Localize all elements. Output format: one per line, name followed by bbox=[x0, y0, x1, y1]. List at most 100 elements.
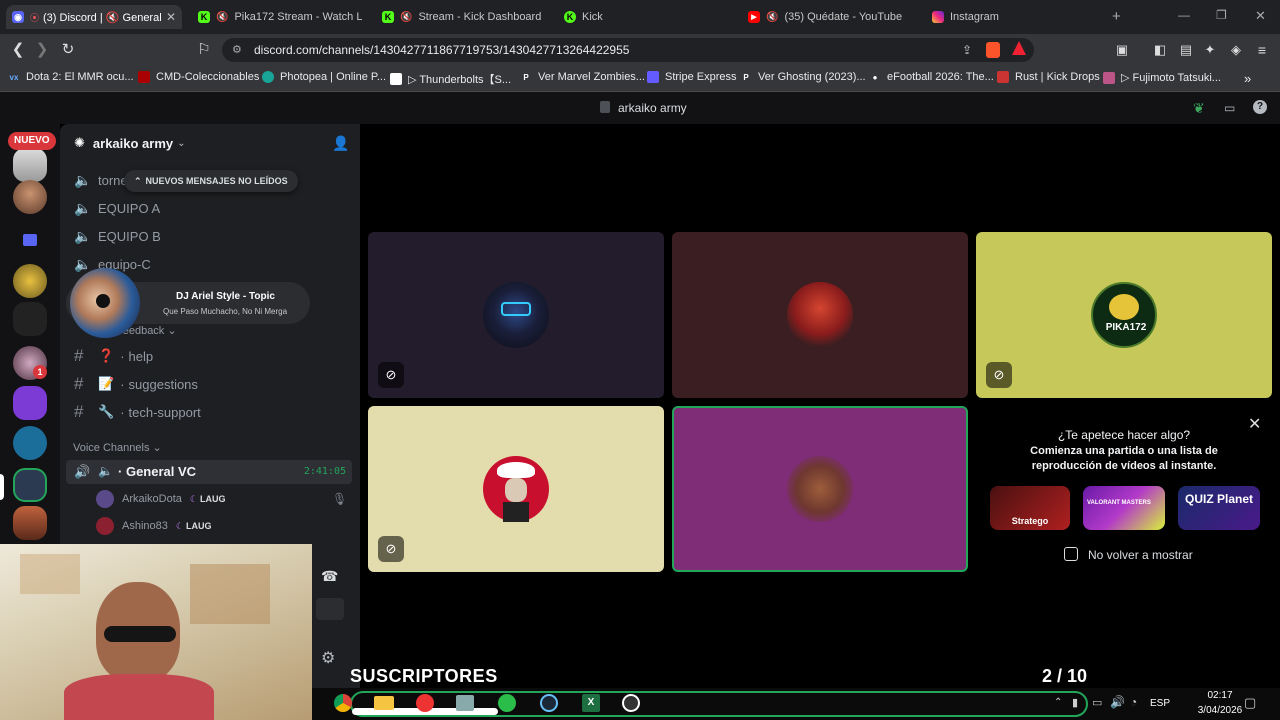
steam-icon[interactable] bbox=[540, 694, 558, 712]
server-header[interactable]: ✺ arkaiko army ⌄ bbox=[74, 135, 186, 151]
inbox-icon[interactable]: ▭ bbox=[1224, 101, 1235, 115]
tab-kick[interactable]: K Kick bbox=[558, 5, 728, 29]
new-tab-icon[interactable]: + bbox=[1112, 8, 1121, 25]
voice-user[interactable]: Ashino83 ☾ LAUG bbox=[96, 517, 211, 535]
channel-item[interactable]: # 🔧 · tech-support bbox=[74, 402, 201, 422]
tab-discord[interactable]: ◉ ⦿ (3) Discord | 🔇 General ✕ bbox=[6, 5, 182, 29]
server-icon[interactable] bbox=[13, 506, 47, 540]
bookmark-item[interactable]: ▷ Thunderbolts【S... bbox=[390, 71, 511, 87]
bookmark-item[interactable]: P Ver Marvel Zombies... bbox=[520, 71, 645, 83]
bookmark-item[interactable]: ▷ Fujimoto Tatsuki... bbox=[1103, 71, 1221, 84]
notifications-icon[interactable]: ▢ bbox=[1244, 695, 1256, 711]
mention-badge: 1 bbox=[33, 365, 47, 379]
wallet-icon[interactable]: ▤ bbox=[1176, 40, 1196, 60]
brave-rewards-icon[interactable] bbox=[1012, 41, 1026, 55]
muted-speaker-icon: 🔇 bbox=[216, 11, 229, 23]
usb-icon[interactable]: ▮ bbox=[1072, 696, 1078, 709]
site-info-icon[interactable]: ⚙ bbox=[232, 38, 242, 62]
tab-kick-dashboard[interactable]: K 🔇 Stream - Kick Dashboard bbox=[376, 5, 546, 29]
server-icon[interactable] bbox=[13, 180, 47, 214]
tab-youtube[interactable]: ▶ 🔇 (35) Quédate - YouTube bbox=[742, 5, 918, 29]
participant-tile[interactable]: ⊘ bbox=[368, 232, 664, 398]
server-icon[interactable] bbox=[13, 302, 47, 336]
close-window-icon[interactable]: ✕ bbox=[1255, 8, 1266, 24]
more-bookmarks-icon[interactable]: » bbox=[1244, 71, 1251, 86]
file-explorer-icon[interactable] bbox=[374, 696, 394, 710]
language-indicator[interactable]: ESP bbox=[1150, 698, 1170, 709]
voice-user[interactable]: ArkaikoDota ☾ LAUG bbox=[96, 490, 226, 508]
bookmark-item[interactable]: Stripe Express bbox=[647, 71, 737, 83]
network-icon[interactable]: ◔ bbox=[1130, 695, 1137, 709]
channel-item[interactable]: # ❓ · help bbox=[74, 346, 153, 366]
back-icon[interactable]: ❮ bbox=[8, 40, 28, 60]
server-icon[interactable] bbox=[13, 148, 47, 182]
activity-card-label: QUIZ Planet bbox=[1184, 492, 1253, 506]
screen-share-icon[interactable] bbox=[316, 598, 344, 620]
bookmark-item[interactable]: ● eFootball 2026: The... bbox=[869, 71, 994, 83]
bookmark-item[interactable]: vx Dota 2: El MMR ocu... bbox=[8, 71, 134, 83]
app-icon[interactable] bbox=[456, 695, 474, 711]
activity-card-valorant[interactable]: VALORANT MASTERS bbox=[1083, 486, 1165, 530]
brave-shields-icon[interactable] bbox=[986, 42, 1000, 58]
folder-icon[interactable] bbox=[13, 224, 47, 258]
obs-icon[interactable] bbox=[622, 694, 640, 712]
participant-tile[interactable] bbox=[672, 232, 968, 398]
disconnect-icon[interactable]: ☎ bbox=[321, 568, 338, 585]
reader-mode-icon[interactable]: ▣ bbox=[1112, 40, 1132, 60]
channel-item[interactable]: 🔈 torne bbox=[74, 172, 128, 189]
server-icon[interactable] bbox=[13, 264, 47, 298]
muted-mic-icon: ⊘ bbox=[378, 536, 404, 562]
server-icon[interactable] bbox=[13, 426, 47, 460]
reload-icon[interactable]: ↻ bbox=[58, 40, 78, 60]
close-tab-icon[interactable]: ✕ bbox=[166, 10, 176, 24]
menu-icon[interactable]: ≡ bbox=[1252, 40, 1272, 60]
restore-icon[interactable]: ❐ bbox=[1216, 8, 1227, 22]
dont-show-again-checkbox[interactable] bbox=[1064, 547, 1078, 561]
show-hidden-icons[interactable]: ⌃ bbox=[1054, 697, 1062, 708]
category-label: Voice Channels bbox=[73, 442, 150, 454]
channel-item[interactable]: 🔈 EQUIPO A bbox=[74, 200, 160, 217]
tab-instagram[interactable]: Instagram bbox=[926, 5, 1102, 29]
bookmark-item[interactable]: Rust | Kick Drops bbox=[997, 71, 1100, 83]
active-voice-channel[interactable]: 🔊 🔈 · General VC 2:41:05 bbox=[66, 460, 352, 484]
chrome-icon[interactable] bbox=[334, 694, 352, 712]
bookmark-item[interactable]: Photopea | Online P... bbox=[262, 71, 386, 83]
bookmark-icon[interactable]: ⚐ bbox=[194, 40, 214, 60]
activity-card-stratego[interactable]: Stratego bbox=[990, 486, 1070, 530]
gear-icon[interactable]: ⚙ bbox=[321, 648, 335, 668]
excel-icon[interactable]: X bbox=[582, 694, 600, 712]
clan-tag-icon: ☾ bbox=[175, 520, 184, 531]
bookmark-item[interactable]: P Ver Ghosting (2023)... bbox=[740, 71, 865, 83]
battery-icon[interactable]: ▭ bbox=[1092, 696, 1102, 709]
activity-card-quiz-planet[interactable]: QUIZ Planet bbox=[1178, 486, 1260, 530]
app-icon[interactable] bbox=[416, 694, 434, 712]
server-icon-active[interactable] bbox=[13, 468, 47, 502]
participant-tile-speaking[interactable] bbox=[672, 406, 968, 572]
channel-name: suggestions bbox=[128, 376, 198, 392]
share-icon[interactable]: ⇪ bbox=[962, 38, 972, 62]
url-field[interactable]: ⚙ discord.com/channels/14304277118677197… bbox=[222, 38, 1034, 62]
sidebar-icon[interactable]: ◧ bbox=[1150, 40, 1170, 60]
leo-ai-icon[interactable]: ✦ bbox=[1200, 40, 1220, 60]
volume-icon[interactable]: 🔊 bbox=[1110, 695, 1125, 709]
channel-name: EQUIPO B bbox=[98, 229, 161, 244]
leaf-icon[interactable]: ❦ bbox=[1193, 100, 1205, 117]
tab-pika172[interactable]: K 🔇 Pika172 Stream - Watch Live bbox=[192, 5, 362, 29]
text-channel-icon: # bbox=[74, 346, 84, 365]
bookmark-item[interactable]: CMD-Coleccionables bbox=[138, 71, 259, 83]
unread-messages-banner[interactable]: ⌃ NUEVOS MENSAJES NO LEÍDOS bbox=[124, 170, 298, 192]
invite-people-icon[interactable]: 👤 bbox=[332, 135, 349, 152]
help-icon[interactable]: ? bbox=[1253, 100, 1267, 114]
forward-icon[interactable]: ❯ bbox=[32, 40, 52, 60]
server-icon[interactable] bbox=[13, 386, 47, 420]
participant-tile[interactable]: ⊘ bbox=[368, 406, 664, 572]
minimize-icon[interactable]: — bbox=[1178, 8, 1190, 22]
participant-tile[interactable]: PIKA172 ⊘ bbox=[976, 232, 1272, 398]
channel-item[interactable]: 🔈 EQUIPO B bbox=[74, 228, 161, 245]
app-icon[interactable] bbox=[498, 694, 516, 712]
voice-connected-icon: 🔊 bbox=[74, 464, 91, 479]
vpn-icon[interactable]: ◈ bbox=[1226, 40, 1246, 60]
channel-item[interactable]: # 📝 · suggestions bbox=[74, 374, 198, 394]
category-voice-channels[interactable]: Voice Channels ⌄ bbox=[73, 441, 162, 454]
chevron-down-icon: ⌄ bbox=[167, 325, 177, 337]
